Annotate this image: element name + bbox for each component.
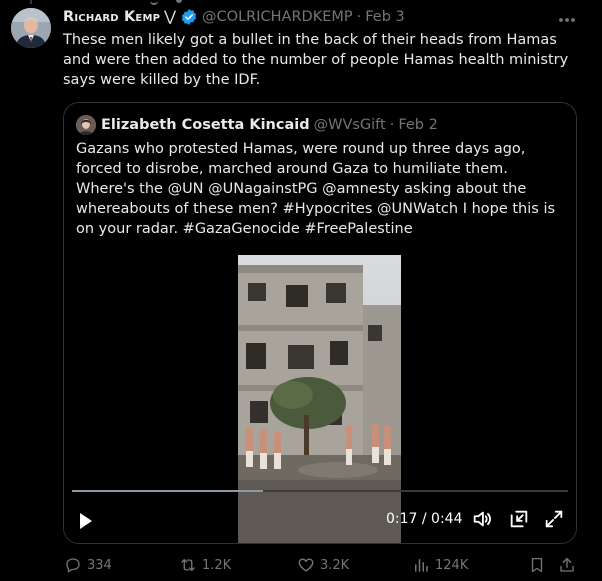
tweet-header: Richard Kemp ⋁ @COLRICHARDKEMP · Feb 3 xyxy=(63,7,583,27)
icon-fragment xyxy=(150,0,158,5)
heart-icon xyxy=(296,555,316,575)
tweet-text: These men likely got a bullet in the bac… xyxy=(63,32,569,88)
separator-dot: · xyxy=(389,117,395,133)
author-handle[interactable]: @COLRICHARDKEMP xyxy=(202,9,353,25)
repost-icon xyxy=(178,555,198,575)
author-avatar[interactable] xyxy=(11,8,51,48)
minimize-button[interactable] xyxy=(508,510,530,532)
play-button[interactable] xyxy=(76,509,96,533)
thread-line xyxy=(30,0,32,4)
view-count: 124K xyxy=(435,557,469,573)
views-button[interactable]: 124K xyxy=(411,555,468,575)
icon-fragment xyxy=(176,0,182,3)
quoted-tweet-card[interactable]: Elizabeth Cosetta Kincaid @WVsGift · Feb… xyxy=(63,102,577,544)
fullscreen-icon xyxy=(543,508,565,534)
tweet-actions-bar: 334 1.2K 3.2K 124K xyxy=(63,555,583,577)
volume-button[interactable] xyxy=(471,510,493,532)
bookmark-icon xyxy=(527,555,547,575)
play-icon xyxy=(76,513,96,537)
reply-count: 334 xyxy=(87,557,112,573)
video-frame[interactable] xyxy=(238,255,401,543)
share-button[interactable] xyxy=(557,555,581,575)
bookmark-button[interactable] xyxy=(527,555,551,575)
more-horizontal-icon xyxy=(558,8,576,27)
volume-icon xyxy=(471,508,493,534)
author-name[interactable]: Richard Kemp xyxy=(63,9,160,25)
separator-dot: · xyxy=(356,9,362,25)
video-time-display: 0:17 / 0:44 xyxy=(386,511,463,527)
quoted-tweet-date[interactable]: Feb 2 xyxy=(398,117,438,133)
repost-count: 1.2K xyxy=(202,557,232,573)
quoted-tweet-header: Elizabeth Cosetta Kincaid @WVsGift · Feb… xyxy=(76,115,438,135)
quoted-author-avatar[interactable] xyxy=(76,115,96,135)
tweet-date[interactable]: Feb 3 xyxy=(365,9,405,25)
quoted-author-name[interactable]: Elizabeth Cosetta Kincaid xyxy=(101,117,310,133)
video-player[interactable]: 0:17 / 0:44 xyxy=(64,255,576,543)
more-options-button[interactable] xyxy=(556,8,578,26)
author-name-suffix: ⋁ xyxy=(164,9,177,25)
video-progress-fill xyxy=(72,490,264,492)
analytics-icon xyxy=(411,555,431,575)
like-button[interactable]: 3.2K xyxy=(296,555,349,575)
video-progress-bar[interactable] xyxy=(72,490,568,492)
previous-tweet-edge xyxy=(0,0,602,5)
like-count: 3.2K xyxy=(320,557,350,573)
share-icon xyxy=(557,555,577,575)
reply-icon xyxy=(63,555,83,575)
repost-button[interactable]: 1.2K xyxy=(178,555,231,575)
quoted-author-handle[interactable]: @WVsGift xyxy=(314,117,386,133)
verified-badge-icon xyxy=(180,8,198,26)
reply-button[interactable]: 334 xyxy=(63,555,112,575)
fullscreen-button[interactable] xyxy=(543,510,565,532)
quoted-tweet-text: Gazans who protested Hamas, were round u… xyxy=(76,141,556,237)
minimize-icon xyxy=(508,508,530,534)
